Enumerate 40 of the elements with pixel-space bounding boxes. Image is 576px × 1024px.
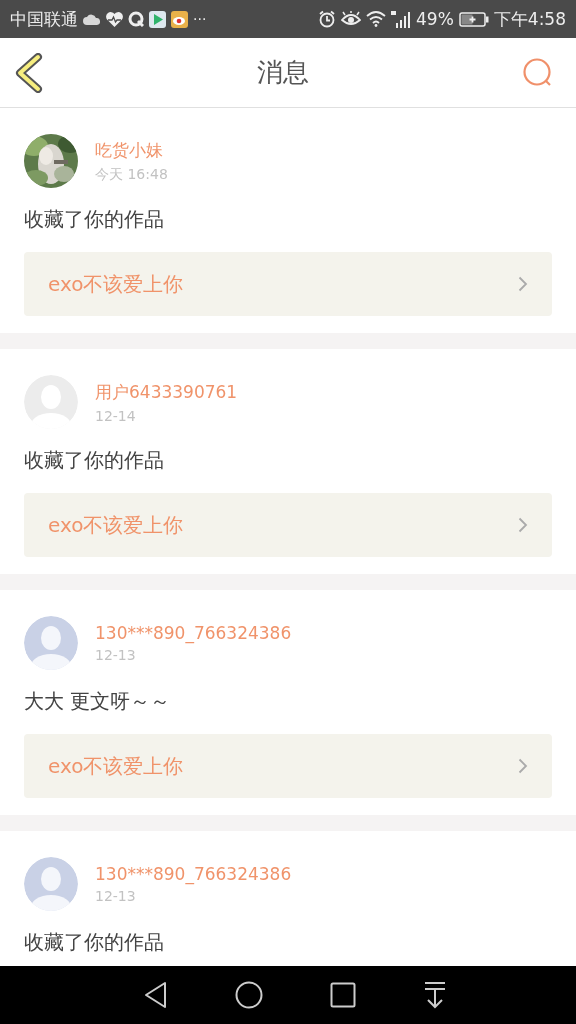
avatar-placeholder-icon — [24, 857, 78, 911]
user-name[interactable]: 130***890_766324386 — [95, 623, 292, 643]
alarm-icon — [318, 10, 336, 28]
eye-icon — [341, 11, 361, 27]
chat-bubble-icon — [128, 11, 144, 27]
battery-icon — [458, 11, 489, 27]
chevron-icon — [518, 758, 528, 774]
message-text: 收藏了你的作品 — [24, 206, 165, 233]
cloud-icon — [83, 13, 101, 25]
play-icon — [149, 10, 166, 28]
message-time: 12-13 — [95, 647, 137, 663]
chevron-icon — [518, 276, 528, 292]
wifi-icon — [366, 11, 386, 27]
message-time: 12-13 — [95, 888, 137, 904]
user-name[interactable]: 用户6433390761 — [95, 380, 238, 404]
work-link[interactable]: exo不该爱上你 — [24, 252, 552, 316]
work-link[interactable]: exo不该爱上你 — [24, 734, 552, 798]
work-link[interactable]: exo不该爱上你 — [24, 493, 552, 557]
notification-shade-icon[interactable] — [423, 981, 448, 1009]
heart-icon — [106, 11, 123, 27]
eye-logo-icon — [171, 10, 188, 28]
recent-apps-icon[interactable] — [330, 982, 357, 1008]
signal-icon — [391, 10, 411, 28]
battery-percent: 49% — [416, 9, 454, 29]
user-name[interactable]: 吃货小妹 — [95, 138, 168, 162]
message-time: 今天 16:48 — [95, 165, 168, 184]
carrier-name: 中国联通 — [10, 7, 78, 31]
home-icon[interactable] — [234, 981, 263, 1009]
avatar-placeholder-icon — [24, 616, 78, 670]
page-title: 消息 — [257, 56, 309, 89]
clock-time: 下午4:58 — [493, 7, 566, 31]
message-text: 大大 更文呀～～ — [24, 688, 172, 715]
message-time: 12-14 — [95, 407, 137, 424]
message-text: 收藏了你的作品 — [24, 929, 165, 956]
more-notifications: ··· — [193, 11, 207, 27]
chevron-icon — [518, 517, 528, 533]
back-icon[interactable] — [14, 52, 44, 93]
message-text: 收藏了你的作品 — [24, 447, 165, 474]
user-name[interactable]: 130***890_766324386 — [95, 864, 292, 884]
back-icon[interactable] — [143, 981, 168, 1009]
